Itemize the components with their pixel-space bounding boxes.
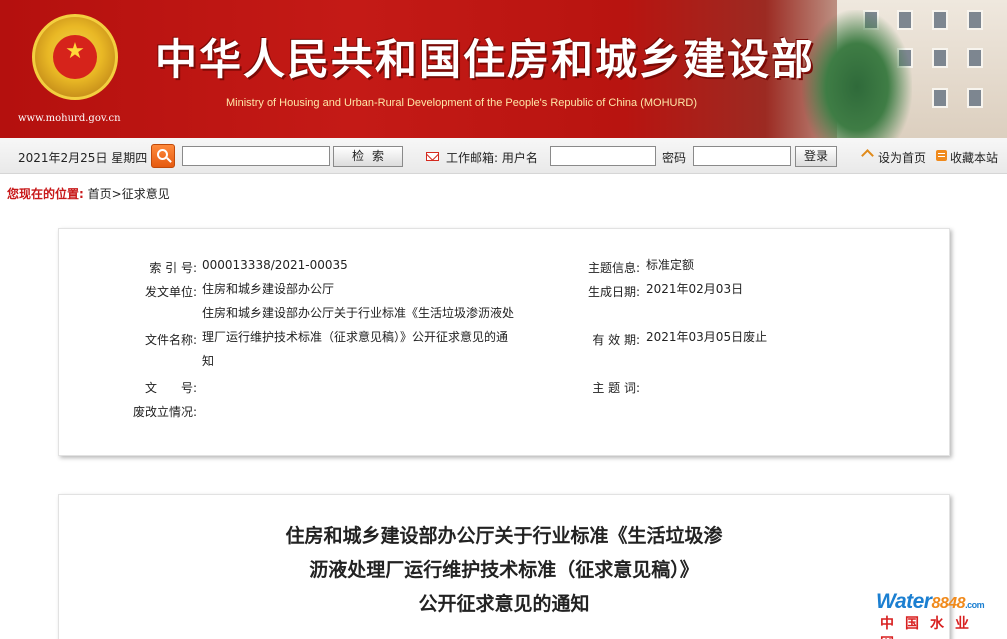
revision-status-label: 废改立情况: [132, 405, 197, 419]
search-icon[interactable] [151, 144, 175, 168]
valid-period-label: 有 效 期: [592, 333, 640, 347]
username-input[interactable] [550, 146, 656, 166]
topic-value: 标准定额 [646, 258, 695, 272]
breadcrumb: 您现在的位置: 首页>征求意见 [7, 185, 170, 202]
topic-label: 主题信息: [587, 261, 640, 275]
breadcrumb-path[interactable]: 首页>征求意见 [88, 187, 170, 201]
watermark-brand-number: 8848 [931, 595, 966, 612]
issuer-value: 住房和城乡建设部办公厅 [202, 282, 335, 296]
article-title-line: 沥液处理厂运行维护技术标准（征求意见稿）》 [309, 559, 699, 581]
index-label: 索 引 号: [149, 261, 197, 275]
home-icon[interactable] [861, 149, 874, 162]
password-label: 密码 [662, 151, 687, 165]
set-home-link[interactable]: 设为首页 [878, 149, 926, 166]
building-window [932, 88, 948, 108]
water8848-watermark-logo: Water8848.com 中国水业网 [876, 590, 1001, 639]
tree-photo [802, 10, 912, 138]
document-name-label: 文件名称: [144, 333, 197, 347]
valid-period-value: 2021年03月05日废止 [646, 330, 768, 344]
favorite-icon[interactable] [936, 150, 947, 161]
mail-icon [426, 148, 439, 161]
building-window [967, 88, 983, 108]
building-window [967, 10, 983, 30]
watermark-brand-cn: 中国水业网 [880, 616, 980, 639]
article-title-line: 公开征求意见的通知 [418, 593, 590, 615]
document-info-card: 索 引 号: 000013338/2021-00035 发文单位: 住房和城乡建… [58, 228, 950, 456]
building-window [967, 48, 983, 68]
national-emblem-icon: ★ [32, 14, 118, 100]
login-button[interactable]: 登录 [795, 146, 837, 167]
keywords-label: 主 题 词: [592, 381, 640, 395]
site-url: www.mohurd.gov.cn [18, 113, 121, 124]
favorite-link[interactable]: 收藏本站 [950, 149, 998, 166]
building-window [932, 48, 948, 68]
search-button[interactable]: 检索 [333, 146, 403, 167]
document-number-label: 文 号: [144, 381, 197, 395]
article-title: 住房和城乡建设部办公厅关于行业标准《生活垃圾渗 沥液处理厂运行维护技术标准（征求… [179, 519, 829, 621]
search-input[interactable] [182, 146, 330, 166]
watermark-brand-suffix: .com [965, 600, 985, 610]
article-title-line: 住房和城乡建设部办公厅关于行业标准《生活垃圾渗 [285, 525, 723, 547]
work-mail-label: 工作邮箱: 用户名 [446, 151, 538, 165]
issuer-label: 发文单位: [144, 285, 197, 299]
top-toolbar: 2021年2月25日 星期四 检索 工作邮箱: 用户名 密码 登录 设为首页 收… [0, 138, 1007, 174]
document-name-value: 住房和城乡建设部办公厅关于行业标准《生活垃圾渗沥液处理厂运行维护技术标准（征求意… [202, 306, 515, 368]
site-title: 中华人民共和国住房和城乡建设部 [155, 35, 816, 84]
password-input[interactable] [693, 146, 791, 166]
breadcrumb-label: 您现在的位置: [7, 187, 84, 201]
building-window [932, 10, 948, 30]
article-card: 住房和城乡建设部办公厅关于行业标准《生活垃圾渗 沥液处理厂运行维护技术标准（征求… [58, 494, 950, 639]
index-value: 000013338/2021-00035 [202, 258, 348, 272]
site-banner: ★ www.mohurd.gov.cn 中华人民共和国住房和城乡建设部 Mini… [0, 0, 1007, 138]
generated-date-value: 2021年02月03日 [646, 282, 744, 296]
current-date: 2021年2月25日 星期四 [18, 151, 148, 165]
watermark-brand-word: Water [876, 590, 932, 613]
site-subtitle: Ministry of Housing and Urban-Rural Deve… [226, 97, 698, 109]
generated-date-label: 生成日期: [587, 285, 640, 299]
